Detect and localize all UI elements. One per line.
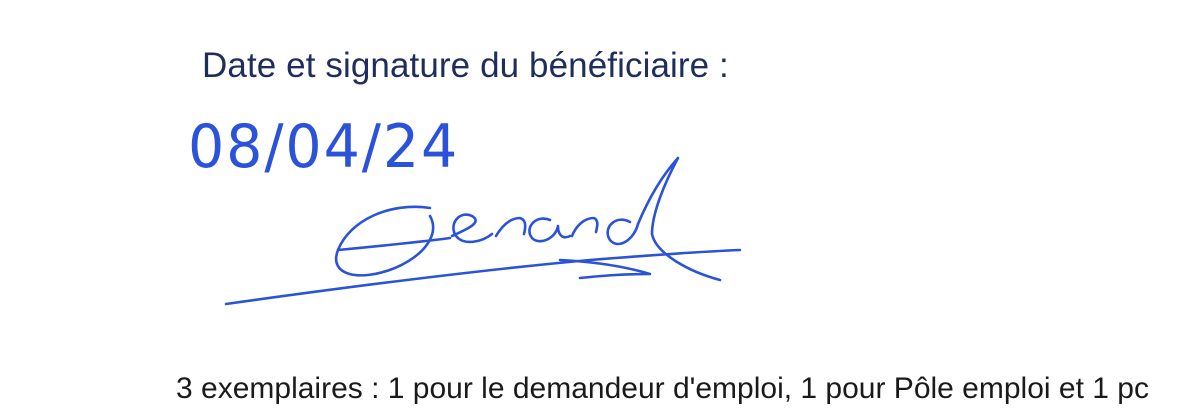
copies-note: 3 exemplaires : 1 pour le demandeur d'em… bbox=[176, 372, 1149, 405]
document-page: Date et signature du bénéficiaire : 08/0… bbox=[0, 0, 1185, 417]
handwritten-signature bbox=[224, 156, 742, 306]
signature-label: Date et signature du bénéficiaire : bbox=[202, 46, 729, 85]
